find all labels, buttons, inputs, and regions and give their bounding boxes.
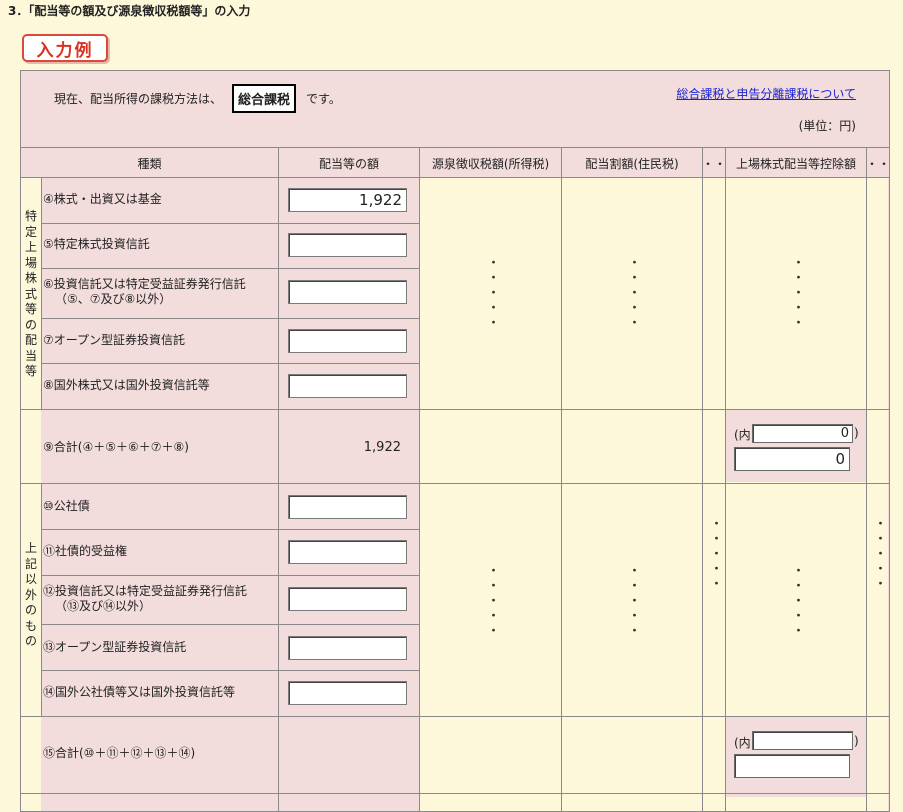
inner-suffix-9: ) (854, 426, 859, 440)
total-value-9: 1,922 (363, 440, 401, 455)
header-withholding: 源泉徴収税額(所得税) (431, 156, 550, 171)
amount-input-7[interactable] (288, 329, 407, 353)
inner-prefix-15: (内 (734, 736, 751, 750)
input-example-badge: 入力例 (22, 34, 108, 62)
header-amount: 配当等の額 (318, 156, 379, 171)
amount-input-12[interactable] (288, 587, 407, 611)
collapsed-dots: ・・・・・ (629, 564, 640, 637)
deduction-total-input-15[interactable] (734, 754, 850, 778)
inner-suffix-15: ) (854, 734, 859, 748)
inner-amount-input-9[interactable]: 0 (752, 424, 853, 443)
total9-deduction-cell (726, 410, 866, 482)
row-label-13: ⑬オープン型証券投資信託 (43, 640, 187, 654)
header-collapsed-2[interactable]: ・・ (866, 148, 890, 178)
collapsed-dots: ・・・・・ (793, 256, 804, 329)
row-label-11: ⑪社債的受益権 (43, 544, 128, 558)
collapsed-dots: ・・・・・ (488, 564, 499, 637)
amount-input-6[interactable] (288, 280, 407, 304)
row-label-4: ④株式・出資又は基金 (43, 192, 162, 206)
deduction-total-input-9[interactable]: 0 (734, 447, 850, 471)
dividend-input-panel: 現在、配当所得の課税方法は、 総合課税 です。 総合課税と申告分離課税について … (20, 70, 890, 812)
total-label-15: ⑮合計(⑩＋⑪＋⑫＋⑬＋⑭) (43, 746, 196, 760)
taxation-method-prefix: 現在、配当所得の課税方法は、 (54, 92, 223, 106)
total-label-9: ⑨合計(④＋⑤＋⑥＋⑦＋⑧) (43, 440, 189, 454)
taxation-method-help-link[interactable]: 総合課税と申告分離課税について (676, 85, 856, 102)
row-label-10: ⑩公社債 (43, 499, 90, 513)
taxation-method-line: 現在、配当所得の課税方法は、 総合課税 です。 (54, 84, 341, 113)
group-label-listed-stocks: 特定上場株式等の配当等 (24, 209, 37, 378)
inner-prefix-9: (内 (734, 428, 751, 442)
row-label-7: ⑦オープン型証券投資信託 (43, 333, 186, 347)
collapsed-dots: ・・・・・ (629, 256, 640, 329)
header-listed-deduction: 上場株式配当等控除額 (735, 156, 856, 171)
header-resident-tax: 配当割額(住民税) (585, 156, 679, 171)
section-title: 3．「配当等の額及び源泉徴収税額等」の入力 (8, 4, 251, 18)
amount-input-5[interactable] (288, 233, 407, 257)
amount-input-8[interactable] (288, 374, 407, 398)
inner-amount-input-15[interactable] (752, 731, 853, 750)
row-label-8: ⑧国外株式又は国外投資信託等 (43, 378, 210, 392)
amount-input-13[interactable] (288, 636, 407, 660)
row-label-14: ⑭国外公社債等又は国外投資信託等 (43, 685, 236, 699)
collapsed-dots: ・・・・・ (793, 564, 804, 637)
header-kind: 種類 (137, 156, 162, 171)
taxation-method-value: 総合課税 (232, 84, 297, 113)
amount-input-11[interactable] (288, 540, 407, 564)
collapsed-dots: ・・・・・ (875, 517, 886, 590)
row-label-5: ⑤特定株式投資信託 (43, 237, 150, 251)
amount-input-4[interactable]: 1,922 (288, 188, 407, 212)
collapsed-dots: ・・・・・ (488, 256, 499, 329)
row-label-6: ⑥投資信託又は特定受益証券発行信託 （⑤、⑦及び⑧以外） (43, 277, 246, 306)
amount-input-14[interactable] (288, 681, 407, 705)
row-label-12: ⑫投資信託又は特定受益証券発行信託 （⑬及び⑭以外） (43, 584, 248, 613)
amount-input-10[interactable] (288, 495, 407, 519)
collapsed-dots: ・・・・・ (711, 517, 722, 590)
unit-label: (単位：円) (798, 119, 856, 133)
taxation-method-suffix: です。 (306, 92, 341, 106)
header-collapsed-1[interactable]: ・・ (702, 148, 726, 178)
group-label-others: 上記以外のもの (24, 541, 37, 648)
